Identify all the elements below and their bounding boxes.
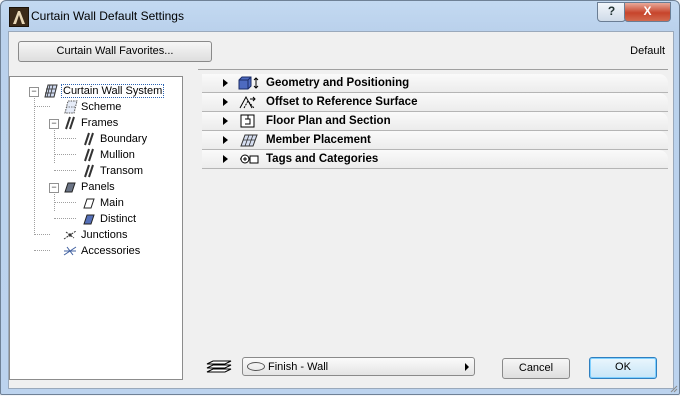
- tree-item-label: Scheme: [81, 101, 122, 113]
- tree-item-label: Panels: [81, 181, 115, 193]
- panel-label: Tags and Categories: [266, 153, 379, 165]
- tree-connector: [34, 106, 50, 107]
- tree-item-curtain-wall-system[interactable]: Curtain Wall System: [42, 83, 165, 99]
- boundary-frame-icon: [81, 132, 97, 146]
- ok-button[interactable]: OK: [589, 357, 657, 379]
- resize-grip-icon[interactable]: [668, 383, 678, 393]
- panels-icon: [62, 180, 78, 194]
- tree-item-scheme[interactable]: Scheme: [62, 99, 121, 115]
- tree-collapse-root[interactable]: −: [29, 87, 39, 97]
- tree-connector: [54, 127, 55, 163]
- tags-icon: [238, 152, 260, 166]
- panel-geometry-and-positioning[interactable]: Geometry and Positioning: [202, 74, 668, 93]
- close-button[interactable]: X: [624, 2, 671, 22]
- expand-arrow-icon: [223, 79, 228, 87]
- dialog-body: Curtain Wall Favorites... Default − − −: [8, 31, 674, 389]
- panel-label: Geometry and Positioning: [266, 77, 410, 89]
- panel-offset-to-reference-surface[interactable]: Offset to Reference Surface: [202, 93, 668, 112]
- junctions-icon: [62, 228, 78, 242]
- panel-member-placement[interactable]: Member Placement: [202, 131, 668, 150]
- surface-icon: [247, 362, 265, 371]
- tree-item-panels[interactable]: Panels: [62, 179, 115, 195]
- expand-arrow-icon: [223, 136, 228, 144]
- accessories-icon: [62, 244, 78, 258]
- tree-connector: [54, 138, 76, 139]
- archicad-app-icon: [9, 7, 29, 27]
- tree-item-label: Junctions: [81, 229, 128, 241]
- layers-icon: [205, 360, 233, 374]
- tree-item-label: Boundary: [100, 133, 148, 145]
- tree-item-boundary[interactable]: Boundary: [81, 131, 147, 147]
- tree-item-accessories[interactable]: Accessories: [62, 243, 140, 259]
- mullion-frame-icon: [81, 148, 97, 162]
- tree-connector: [34, 234, 50, 235]
- cancel-button[interactable]: Cancel: [502, 358, 570, 379]
- header-divider: [198, 69, 668, 70]
- tree-item-transom[interactable]: Transom: [81, 163, 143, 179]
- tree-connector: [54, 154, 76, 155]
- main-panel-icon: [81, 196, 97, 210]
- panel-floor-plan-and-section[interactable]: Floor Plan and Section: [202, 112, 668, 131]
- tree-item-label: Frames: [81, 117, 119, 129]
- tree-item-junctions[interactable]: Junctions: [62, 227, 127, 243]
- expand-arrow-icon: [223, 117, 228, 125]
- expand-arrow-icon: [223, 155, 228, 163]
- tree-item-label: Mullion: [100, 149, 135, 161]
- panel-label: Offset to Reference Surface: [266, 96, 418, 108]
- expand-arrow-icon: [223, 98, 228, 106]
- tree-item-label: Curtain Wall System: [61, 84, 165, 98]
- tree-item-label: Distinct: [100, 213, 137, 225]
- frames-icon: [62, 116, 78, 130]
- tree-item-mullion[interactable]: Mullion: [81, 147, 135, 163]
- offset-icon: [238, 95, 260, 109]
- tree-connector: [54, 202, 76, 203]
- transom-frame-icon: [81, 164, 97, 178]
- tree-item-label: Main: [100, 197, 124, 209]
- tree-connector: [54, 218, 76, 219]
- tree-connector: [54, 191, 55, 211]
- member-placement-icon: [238, 133, 260, 147]
- curtain-wall-system-icon: [42, 84, 58, 98]
- tree-item-distinct[interactable]: Distinct: [81, 211, 136, 227]
- tree-item-main[interactable]: Main: [81, 195, 124, 211]
- tree-collapse-frames[interactable]: −: [49, 119, 59, 129]
- favorites-button[interactable]: Curtain Wall Favorites...: [18, 41, 212, 62]
- surface-finish-label: Finish - Wall: [268, 360, 329, 373]
- tree-connector: [34, 91, 35, 235]
- panel-label: Member Placement: [266, 134, 371, 146]
- tree-collapse-panels[interactable]: −: [49, 183, 59, 193]
- default-label: Default: [630, 45, 665, 57]
- tree-connector: [54, 170, 76, 171]
- tree-item-label: Transom: [100, 165, 143, 177]
- tree-item-frames[interactable]: Frames: [62, 115, 118, 131]
- tree-item-label: Accessories: [81, 245, 141, 257]
- floorplan-icon: [238, 114, 260, 128]
- scheme-icon: [62, 100, 78, 114]
- title-bar[interactable]: Curtain Wall Default Settings ? X: [1, 1, 679, 31]
- geometry-icon: [238, 76, 260, 90]
- tree-connector: [34, 250, 50, 251]
- structure-tree[interactable]: − − − Curtain Wall System Scheme Frames: [9, 76, 183, 380]
- distinct-panel-icon: [81, 212, 97, 226]
- chevron-right-icon: [465, 362, 469, 371]
- dialog-window: Curtain Wall Default Settings ? X Curtai…: [0, 0, 680, 395]
- panel-label: Floor Plan and Section: [266, 115, 391, 127]
- surface-finish-select[interactable]: Finish - Wall: [242, 357, 475, 376]
- window-title: Curtain Wall Default Settings: [31, 9, 184, 23]
- panel-tags-and-categories[interactable]: Tags and Categories: [202, 150, 668, 169]
- help-button[interactable]: ?: [597, 2, 626, 22]
